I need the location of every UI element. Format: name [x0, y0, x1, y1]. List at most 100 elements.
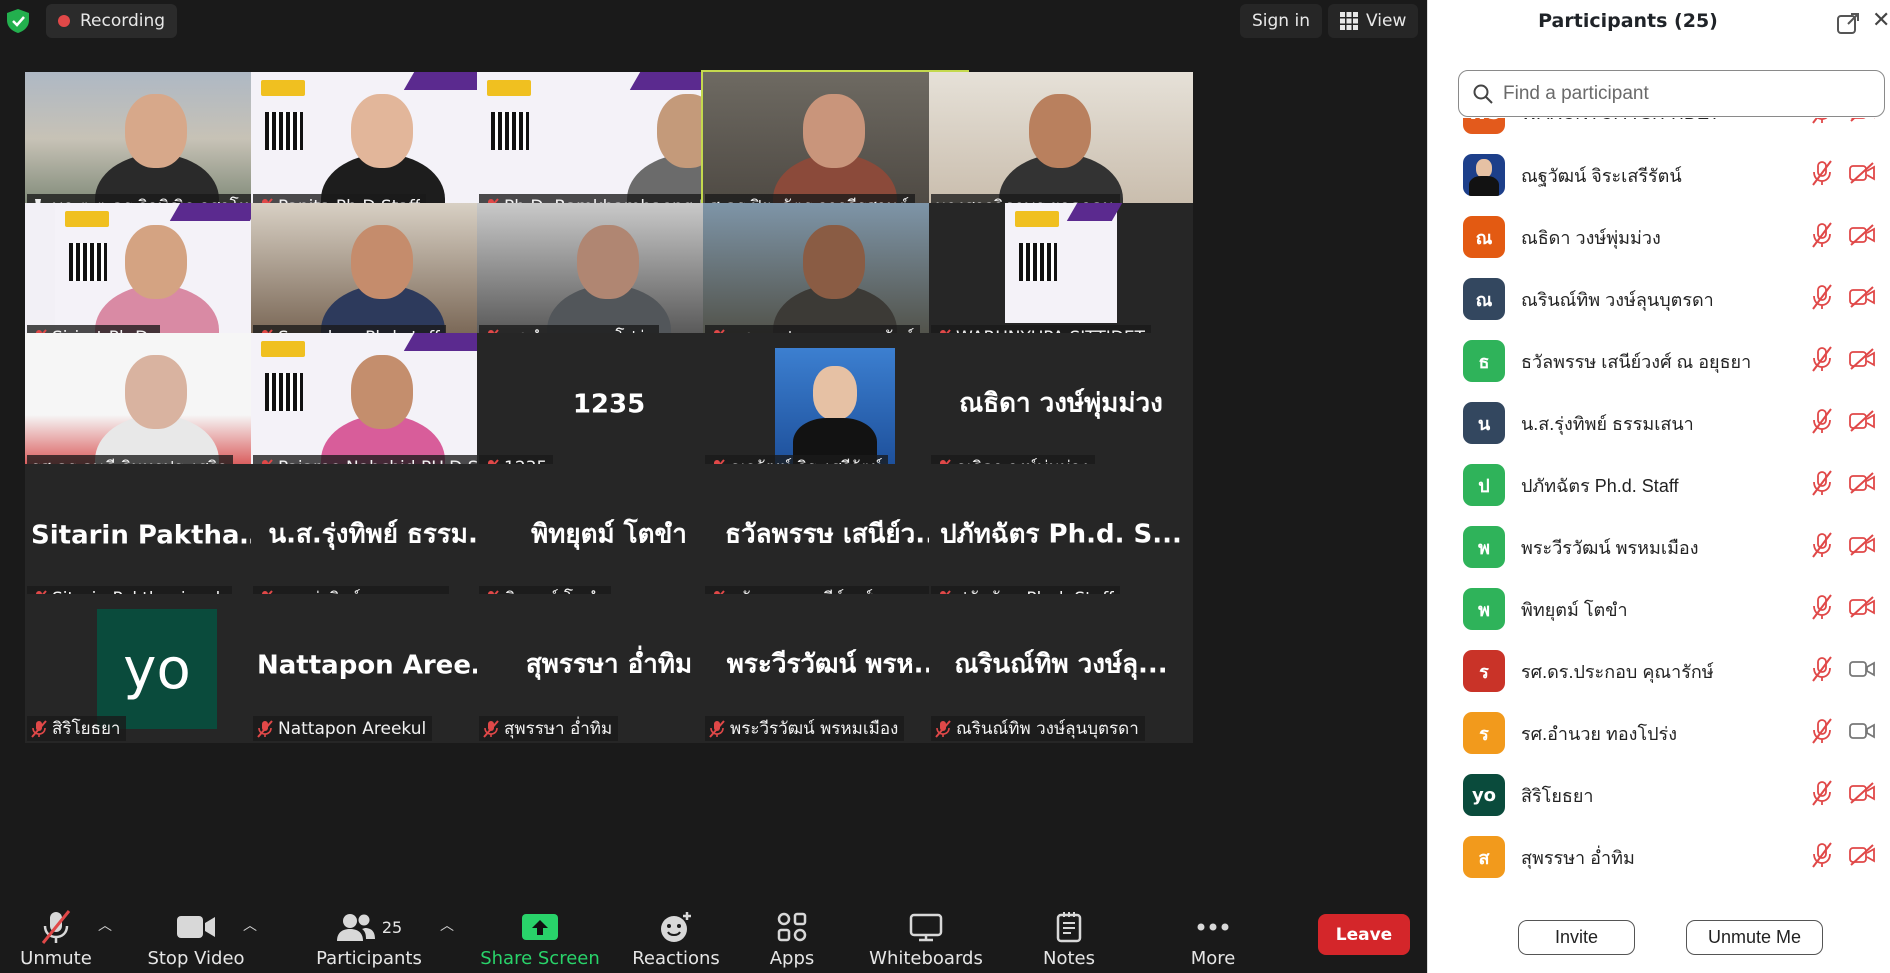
close-panel-icon[interactable]: ✕ [1872, 8, 1890, 33]
muted-mic-icon[interactable] [1811, 160, 1833, 190]
camera-off-icon[interactable] [1849, 472, 1875, 498]
video-tile[interactable]: ณฐวัฒน์ จิระเสรีรัตน์ [703, 333, 967, 482]
avatar-initial: ร [1479, 723, 1489, 745]
muted-mic-icon[interactable] [1811, 532, 1833, 562]
video-tile[interactable]: Sirirat Ph.D. [25, 203, 289, 352]
view-button[interactable]: View [1328, 4, 1419, 38]
participant-face [125, 94, 187, 168]
recording-indicator[interactable]: Recording [46, 4, 178, 38]
muted-mic-icon[interactable] [1811, 470, 1833, 500]
video-tile[interactable]: นางสาววิภาพร ยอดอุดม [929, 72, 1193, 221]
participant-search[interactable] [1458, 70, 1885, 117]
unmute-button[interactable]: Unmute [14, 893, 98, 973]
video-tile[interactable]: ณรินณ์ทิพ วงษ์ลุ... ณรินณ์ทิพ วงษ์ลุนบุตร… [929, 594, 1193, 743]
more-dots-icon [1197, 923, 1229, 931]
muted-mic-icon[interactable] [1811, 222, 1833, 252]
participant-row[interactable]: ร รศ.อำนวย ทองโปร่ง [1428, 702, 1890, 764]
display-name-large: ณธิดา วงษ์พุ่มม่วง [959, 388, 1163, 419]
camera-off-icon[interactable] [1849, 162, 1875, 188]
popout-icon[interactable] [1836, 12, 1860, 40]
video-tile[interactable]: Panita Ph.D.Staff [251, 72, 515, 221]
camera-off-icon[interactable] [1849, 224, 1875, 250]
muted-mic-icon[interactable] [1811, 408, 1833, 438]
video-tile[interactable]: WARUNYUPA SITTIDET [929, 203, 1193, 352]
reactions-label: Reactions [632, 948, 720, 969]
sign-in-button[interactable]: Sign in [1240, 4, 1322, 38]
video-tile[interactable]: พระวีรวัฒน์ พรห... พระวีรวัฒน์ พรหมเมือง [703, 594, 967, 743]
share-screen-button[interactable]: Share Screen [480, 893, 600, 973]
video-tile[interactable]: Ph.D. Ramkhamhaeng Un... [477, 72, 741, 221]
panel-title: Participants (25) [1538, 10, 1718, 32]
search-input[interactable] [1503, 82, 1863, 105]
video-tile[interactable]: yo สิริโยธยา [25, 594, 289, 743]
camera-off-icon[interactable] [1849, 596, 1875, 622]
camera-off-icon[interactable] [1849, 844, 1875, 870]
avatar-initial: น [1477, 413, 1491, 435]
stop-video-button[interactable]: Stop Video [146, 893, 246, 973]
camera-on-icon[interactable] [1849, 720, 1875, 746]
muted-mic-icon[interactable] [1811, 594, 1833, 624]
participant-row[interactable]: ณ ณธิดา วงษ์พุ่มม่วง [1428, 206, 1890, 268]
notes-button[interactable]: Notes [1034, 893, 1104, 973]
camera-off-icon[interactable] [1849, 782, 1875, 808]
video-tile[interactable]: Nattapon Areekul Nattapon Areekul [251, 594, 515, 743]
video-tile[interactable]: Pajaree Nabchid PH.D Staff [251, 333, 515, 482]
camera-off-icon[interactable] [1849, 118, 1875, 126]
video-tile[interactable]: ศ.ดร.ปิยะฉัตร จารุธีรศานต์ [701, 70, 969, 223]
more-button[interactable]: More [1175, 893, 1251, 973]
reactions-button[interactable]: Reactions [628, 893, 724, 973]
video-tile[interactable]: ธวัลพรรษ เสนีย์ว...ธวัลพรรษ เสนีย์วงศ์ ณ… [703, 464, 967, 613]
video-tile[interactable]: รศ.ดร.ดุษฎี อินทรประเสริฐ [25, 333, 289, 482]
video-tile[interactable]: สุพรรษา อ่ำทิม สุพรรษา อ่ำทิม [477, 594, 741, 743]
video-tile[interactable]: Suraphon Phd.staff [251, 203, 515, 352]
muted-mic-icon[interactable] [1811, 656, 1833, 686]
muted-mic-icon[interactable] [1811, 842, 1833, 872]
muted-mic-icon[interactable] [1811, 346, 1833, 376]
apps-button[interactable]: Apps [759, 893, 825, 973]
participant-row[interactable]: พ พระวีรวัฒน์ พรหมเมือง [1428, 516, 1890, 578]
participant-row[interactable]: yo สิริโยธยา [1428, 764, 1890, 826]
participant-row[interactable]: น น.ส.รุ่งทิพย์ ธรรมเสนา [1428, 392, 1890, 454]
camera-off-icon[interactable] [1849, 534, 1875, 560]
display-name-large: Nattapon Areekul [257, 649, 515, 680]
participants-button[interactable]: 25 Participants [316, 893, 422, 973]
leave-button[interactable]: Leave [1318, 914, 1410, 955]
camera-on-icon[interactable] [1849, 658, 1875, 684]
participant-row[interactable]: ณฐวัฒน์ จิระเสรีรัตน์ [1428, 144, 1890, 206]
camera-off-icon[interactable] [1849, 286, 1875, 312]
participant-row[interactable]: ส สุพรรษา อ่ำทิม [1428, 826, 1890, 888]
video-tile[interactable]: ณธิดา วงษ์พุ่มม่วงณธิดา วงษ์พุ่มม่วง [929, 333, 1193, 482]
participant-row[interactable]: ร รศ.ดร.ประกอบ คุณารักษ์ [1428, 640, 1890, 702]
unmute-me-button[interactable]: Unmute Me [1686, 920, 1823, 955]
avatar-initial: yo [1471, 784, 1497, 806]
video-tile[interactable]: พิทยุตม์ โตขำพิทยุตม์ โตขำ [477, 464, 741, 613]
participant-avatar: ณ [1463, 216, 1505, 258]
participant-row[interactable]: ณ ณรินณ์ทิพ วงษ์ลุนบุตรดา [1428, 268, 1890, 330]
camera-off-icon[interactable] [1849, 410, 1875, 436]
avatar-initial: ส [1478, 847, 1490, 869]
audio-options-caret-icon[interactable]: ︿ [98, 915, 112, 935]
video-grid: พล.ต.ต.ดร.กิจพิณิฐ อุสาโหPanita Ph.D.Sta… [25, 70, 1387, 873]
muted-mic-icon [41, 910, 71, 944]
participant-row[interactable]: พ พิทยุตม์ โตขำ [1428, 578, 1890, 640]
whiteboards-button[interactable]: Whiteboards [866, 893, 986, 973]
muted-mic-icon[interactable] [1811, 284, 1833, 314]
muted-mic-icon[interactable] [1811, 780, 1833, 810]
participant-row[interactable]: WS WARUNYUPA SITTIDET [1428, 118, 1890, 144]
video-tile[interactable]: ปภัทฉัตร Ph.d. S...ปภัทฉัตร Ph.d. Staff [929, 464, 1193, 613]
video-tile[interactable]: รศ.อำนวย ทองโปร่ง [477, 203, 741, 352]
participant-row[interactable]: ป ปภัทฉัตร Ph.d. Staff [1428, 454, 1890, 516]
video-tile[interactable]: พล.ต.ต.ดร.กิจพิณิฐ อุสาโห [25, 72, 289, 221]
video-tile[interactable]: Sitarin Pakthani...Sitarin Pakthaninsak [25, 464, 289, 613]
camera-off-icon[interactable] [1849, 348, 1875, 374]
participant-row[interactable]: ธ ธวัลพรรษ เสนีย์วงศ์ ณ อยุธยา [1428, 330, 1890, 392]
video-tile[interactable]: 12351235 [477, 333, 741, 482]
participants-options-caret-icon[interactable]: ︿ [440, 915, 454, 935]
video-tile[interactable]: รศ.ดร.ประกอบ คุณารักษ์ [703, 203, 967, 352]
video-options-caret-icon[interactable]: ︿ [243, 915, 257, 935]
shield-security-icon[interactable] [4, 7, 32, 35]
invite-button[interactable]: Invite [1518, 920, 1635, 955]
video-tile[interactable]: น.ส.รุ่งทิพย์ ธรรม...น.ส.รุ่งทิพย์ ธรรมเ… [251, 464, 515, 613]
muted-mic-icon[interactable] [1811, 718, 1833, 748]
muted-mic-icon[interactable] [1811, 118, 1833, 128]
